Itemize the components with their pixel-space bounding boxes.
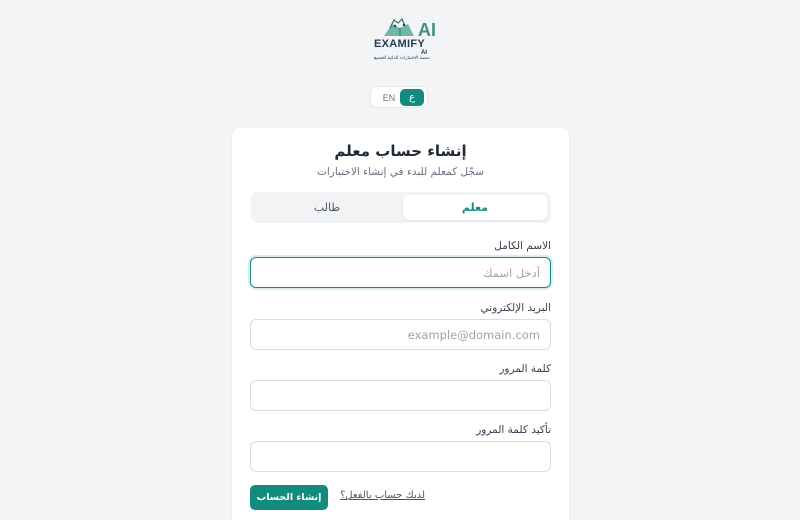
examify-logo: AI EXAMIFY AI منصة الاختبارات الذكية للج… (370, 14, 436, 64)
page-title: إنشاء حساب معلم (334, 142, 467, 160)
confirm-password-input[interactable] (250, 441, 551, 472)
language-ar-button[interactable]: ع (400, 89, 424, 106)
logo-wordmark: EXAMIFY (374, 38, 425, 50)
full-name-label: الاسم الكامل (494, 240, 551, 252)
password-input[interactable] (250, 380, 551, 411)
full-name-input[interactable] (250, 257, 551, 288)
email-input[interactable] (250, 319, 551, 350)
email-label: البريد الإلكتروني (480, 302, 551, 314)
tab-teacher[interactable]: معلم (403, 195, 547, 220)
signup-card: إنشاء حساب معلم سجّل كمعلم للبدء في إنشا… (232, 128, 569, 520)
role-tabs: طالب معلم (251, 192, 551, 223)
signup-page: AI EXAMIFY AI منصة الاختبارات الذكية للج… (0, 0, 800, 520)
password-label: كلمة المرور (499, 363, 551, 375)
page-subtitle: سجّل كمعلم للبدء في إنشاء الاختبارات (316, 166, 485, 178)
language-switcher: EN ع (370, 86, 428, 108)
logo-tagline: منصة الاختبارات الذكية للجميع (374, 56, 430, 61)
confirm-password-label: تأكيد كلمة المرور (476, 424, 551, 436)
create-account-button[interactable]: إنشاء الحساب (250, 485, 328, 510)
language-en-button[interactable]: EN (377, 90, 401, 106)
login-link[interactable]: لديك حساب بالفعل؟ (340, 490, 425, 501)
tab-student[interactable]: طالب (255, 195, 399, 220)
